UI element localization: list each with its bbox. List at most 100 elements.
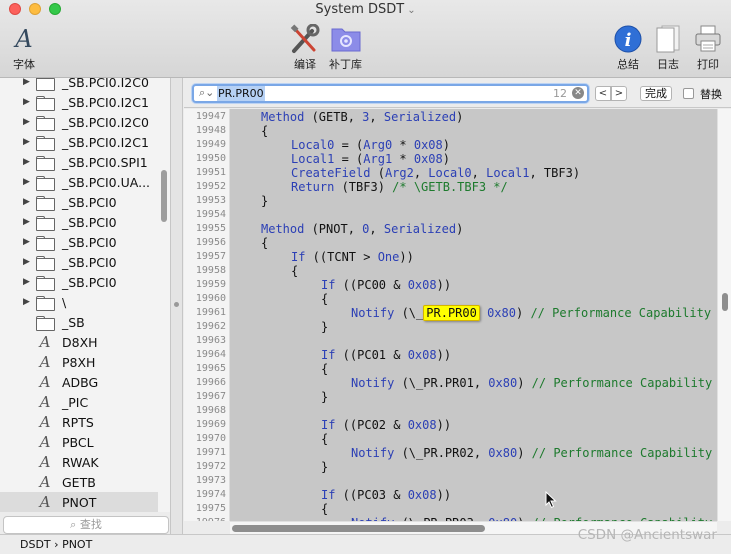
code-line: Notify (\_ PR.PR00 0x80) // Performance C… [351,305,711,321]
line-number: 19960 [195,293,226,304]
line-number: 19955 [195,223,226,234]
tree-item[interactable]: A P8XH [0,352,158,372]
code-token: (\_PR.PR02, [394,446,489,460]
tree-item[interactable]: A RWAK [0,452,158,472]
disclosure-triangle-icon[interactable]: ▶ [23,197,33,207]
disclosure-triangle-icon[interactable]: ▶ [23,117,33,127]
code-token: If [291,250,306,264]
tree-item[interactable]: ▶ _SB.PCI0 [0,192,158,212]
folder-icon [36,235,55,251]
tree-item[interactable]: ▶ \ [0,292,158,312]
code-editor[interactable]: Method (GETB, 3, Serialized){Local0 = (A… [230,109,717,521]
tree-item[interactable]: ▶ _SB.PCI0.I2C0 [0,78,158,92]
font-button[interactable]: A 字体 [8,24,40,72]
tree-item[interactable]: A RPTS [0,412,158,432]
tree-item[interactable]: A D8XH [0,332,158,352]
sidebar-tree[interactable]: ▶ _SB.PCI0.I2C0 ▶ _SB.PCI0.I2C1 ▶ _SB.PCI0.… [0,78,170,512]
code-token: One [377,250,400,264]
find-input[interactable]: ⌕⌄ PR.PR00 12 ✕ [192,84,589,103]
tree-item[interactable]: A _PIC [0,392,158,412]
tree-item-label: _SB.PCI0 [62,214,117,230]
disclosure-triangle-icon[interactable]: ▶ [23,277,33,287]
window-title[interactable]: System DSDT ⌄ [0,2,731,17]
vertical-scrollbar[interactable] [717,109,731,521]
code-line: { [321,292,328,306]
code-token: Notify [351,446,395,460]
code-line: { [261,236,268,250]
tree-item[interactable]: ▶ _SB.PCI0 [0,272,158,292]
disclosure-triangle-icon[interactable]: ▶ [23,137,33,147]
tree-item-selected[interactable]: A PNOT [0,492,158,512]
line-number: 19975 [195,503,226,514]
sidebar-scrollbar[interactable] [161,170,167,222]
replace-label: 替换 [700,88,722,101]
code-line: Notify (\_PR.PR01, 0x80) // Performance … [351,376,712,390]
breadcrumb-root[interactable]: DSDT [20,538,51,551]
folder-icon [36,78,55,91]
disclosure-triangle-icon[interactable]: ▶ [23,217,33,227]
folder-icon [36,115,55,131]
patch-button[interactable]: 补丁库 [329,24,362,72]
disclosure-triangle-icon[interactable]: ▶ [23,97,33,107]
disclosure-triangle-icon[interactable]: ▶ [23,297,33,307]
code-token: If [321,348,336,362]
tree-item[interactable]: ▶ _SB.PCI0.I2C0 [0,112,158,132]
tree-item[interactable]: ▶ _SB.PCI0.UA... [0,172,158,192]
tree-item-label: _SB.PCI0 [62,234,117,250]
tree-item-label: RPTS [62,414,94,430]
compile-button[interactable]: 编译 [289,24,321,72]
summary-button[interactable]: i 总结 [612,24,644,72]
tree-item[interactable]: A GETB [0,472,158,492]
code-token: Serialized [383,110,457,124]
pane-splitter[interactable] [170,78,183,534]
find-previous-button[interactable]: < [595,86,611,101]
vertical-scroll-thumb[interactable] [722,293,728,311]
disclosure-triangle-icon[interactable]: ▶ [23,237,33,247]
horizontal-scroll-thumb[interactable] [232,525,485,532]
tree-item[interactable]: ▶ _SB.PCI0 [0,212,158,232]
tree-item[interactable]: _SB [0,312,158,332]
code-token: { [321,292,329,306]
tree-item[interactable]: A ADBG [0,372,158,392]
search-icon[interactable]: ⌕⌄ [199,86,214,100]
code-line: If ((PC03 & 0x08)) [321,488,451,502]
code-token: ((PC01 & [335,348,408,362]
tree-item-label: _SB.PCI0 [62,194,117,210]
tree-item-label: P8XH [62,354,96,370]
code-token: Local1 [291,152,335,166]
chevron-down-icon: ⌄ [407,5,416,16]
find-next-button[interactable]: > [611,86,627,101]
log-button[interactable]: 日志 [652,24,684,72]
disclosure-triangle-icon[interactable]: ▶ [23,177,33,187]
tree-item[interactable]: ▶ _SB.PCI0 [0,232,158,252]
line-number: 19976 [184,516,226,521]
folder-icon [36,135,55,151]
tree-item[interactable]: ▶ _SB.PCI0.I2C1 [0,132,158,152]
code-token: ((PC02 & [335,418,408,432]
folder-icon [36,255,55,271]
svg-text:i: i [625,30,632,51]
tree-item-label: _SB [62,314,85,330]
code-token: If [321,418,336,432]
tree-item[interactable]: ▶ _SB.PCI0.I2C1 [0,92,158,112]
code-line: { [321,502,328,516]
print-button[interactable]: 打印 [692,24,724,72]
tree-item[interactable]: A PBCL [0,432,158,452]
code-token: ((PC03 & [335,488,408,502]
code-token: ((PC00 & [335,278,408,292]
tree-item[interactable]: ▶ _SB.PCI0.SPI1 [0,152,158,172]
clear-icon[interactable]: ✕ [572,87,584,99]
code-token: } [321,390,329,404]
find-done-button[interactable]: 完成 [640,86,672,101]
breadcrumb-leaf[interactable]: PNOT [62,538,92,551]
replace-checkbox[interactable] [683,88,694,99]
tree-item-label: PBCL [62,434,94,450]
code-line: } [321,390,328,404]
disclosure-triangle-icon[interactable]: ▶ [23,78,33,87]
tree-item-label: _SB.PCI0.SPI1 [62,154,148,170]
disclosure-triangle-icon[interactable]: ▶ [23,157,33,167]
sidebar-search-input[interactable]: ⌕ 查找 [3,516,169,534]
disclosure-triangle-icon[interactable]: ▶ [23,257,33,267]
tree-item[interactable]: ▶ _SB.PCI0 [0,252,158,272]
